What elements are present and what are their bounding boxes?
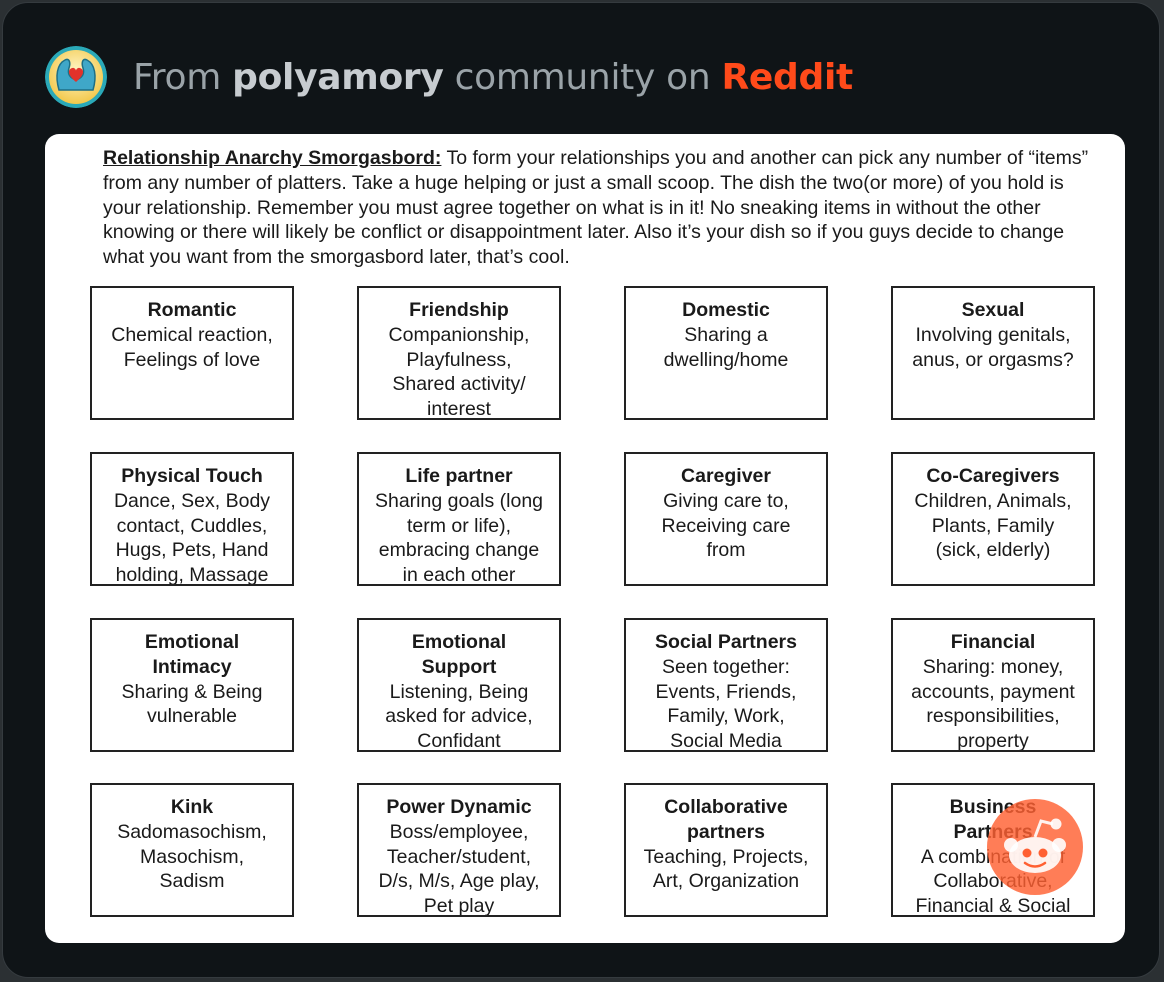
platter-description: Dance, Sex, Body contact, Cuddles, Hugs,… [113, 489, 271, 586]
reddit-link[interactable]: Reddit [722, 57, 854, 98]
post-frame: From polyamory community on Reddit Relat… [2, 2, 1160, 978]
platter-description: Seen together: Events, Friends, Family, … [655, 655, 797, 752]
platter-box: Sexual Involving genitals, anus, or orgas… [891, 286, 1095, 420]
platter-box: Romantic Chemical reaction, Feelings of l… [90, 286, 294, 420]
post-header: From polyamory community on Reddit [45, 45, 853, 109]
document-title: Relationship Anarchy Smorgasbord: [103, 147, 442, 169]
platter-box: Physical Touch Dance, Sex, Body contact, … [90, 452, 294, 586]
platter-title: Collaborative partners [664, 796, 788, 843]
platter-box: Kink Sadomasochism, Masochism, Sadism [90, 783, 294, 917]
platter-description: Companionship, Playfulness, Shared activ… [388, 323, 530, 420]
community-avatar[interactable] [45, 46, 107, 108]
platter-description: Giving care to, Receiving care from [661, 489, 791, 562]
platter-title: Emotional Intimacy [144, 631, 240, 678]
platter-description: Sharing a dwelling/home [663, 323, 789, 371]
platter-description: Sharing: money, accounts, payment respon… [911, 655, 1075, 752]
reddit-watermark [987, 799, 1083, 895]
platter-title: Sexual [961, 299, 1025, 321]
reddit-snoo-icon [1004, 818, 1066, 873]
platter-title: Romantic [147, 299, 237, 321]
platter-box: Emotional Intimacy Sharing & Being vulner… [90, 618, 294, 752]
platter-box: Caregiver Giving care to, Receiving care … [624, 452, 828, 586]
platter-description: Teaching, Projects, Art, Organization [643, 845, 809, 893]
platter-description: Involving genitals, anus, or orgasms? [912, 323, 1074, 371]
heart-hands-icon [45, 46, 107, 108]
platter-description: Sharing goals (long term or life), embra… [374, 489, 544, 586]
platter-title: Power Dynamic [386, 796, 532, 818]
platter-title: Emotional Support [411, 631, 507, 678]
platter-box: Friendship Companionship, Playfulness, Sh… [357, 286, 561, 420]
platter-box: Life partner Sharing goals (long term or … [357, 452, 561, 586]
platter-box: Financial Sharing: money, accounts, payme… [891, 618, 1095, 752]
platter-box: Power Dynamic Boss/employee, Teacher/stud… [357, 783, 561, 917]
platter-box: Social Partners Seen together: Events, Fr… [624, 618, 828, 752]
platter-title: Caregiver [681, 465, 771, 487]
platter-title: Life partner [405, 465, 513, 487]
platter-title: Co-Caregivers [926, 465, 1060, 487]
platter-description: Chemical reaction, Feelings of love [111, 323, 273, 371]
source-middle: community on [443, 56, 722, 98]
platter-description: Listening, Being asked for advice, Confi… [385, 680, 533, 752]
post-source-text: From polyamory community on Reddit [133, 57, 853, 98]
platter-box: Domestic Sharing a dwelling/home [624, 286, 828, 420]
platter-description: Boss/employee, Teacher/student, D/s, M/s… [378, 820, 540, 917]
platter-title: Financial [950, 631, 1036, 653]
platter-description: Sadomasochism, Masochism, Sadism [117, 820, 267, 893]
platter-box: Collaborative partners Teaching, Projects… [624, 783, 828, 917]
platter-title: Domestic [682, 299, 770, 321]
post-image-card[interactable]: Relationship Anarchy Smorgasbord: To for… [45, 134, 1125, 943]
document-intro: Relationship Anarchy Smorgasbord: To for… [103, 146, 1103, 270]
platter-box: Co-Caregivers Children, Animals, Plants, … [891, 452, 1095, 586]
platter-title: Friendship [409, 299, 509, 321]
platter-description: Sharing & Being vulnerable [121, 680, 263, 728]
platter-description: Children, Animals, Plants, Family (sick,… [914, 489, 1072, 562]
platter-title: Kink [170, 796, 214, 818]
community-link[interactable]: polyamory [232, 57, 444, 98]
platter-title: Social Partners [655, 631, 797, 653]
platter-title: Physical Touch [121, 465, 263, 487]
platter-box: Emotional Support Listening, Being asked … [357, 618, 561, 752]
source-prefix: From [133, 56, 233, 98]
